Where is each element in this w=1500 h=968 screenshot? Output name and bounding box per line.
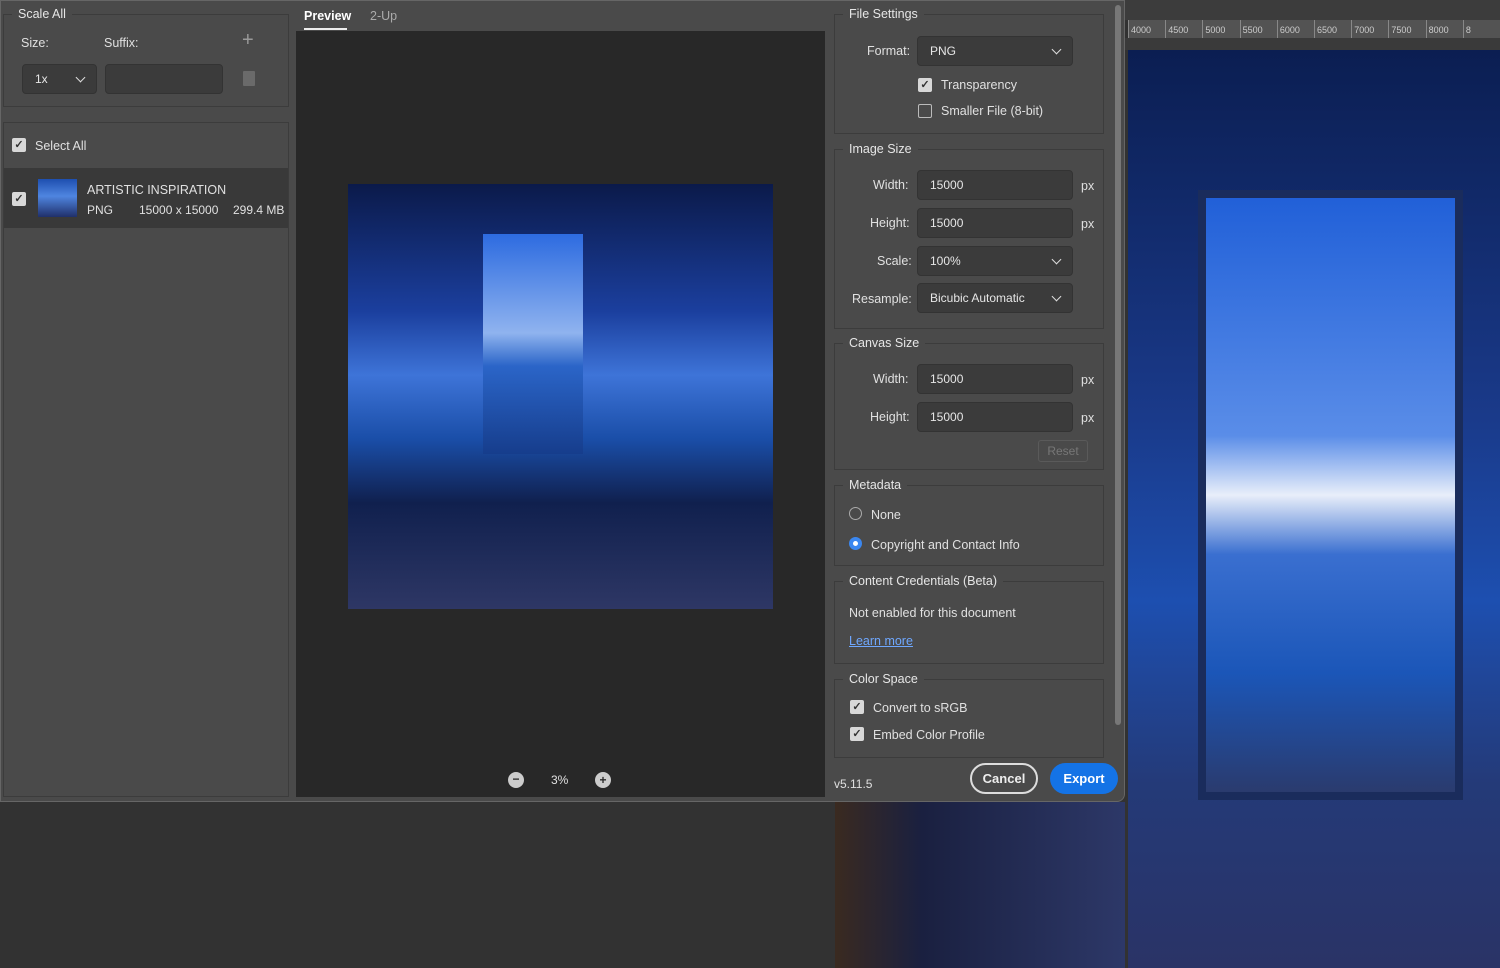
suffix-label: Suffix:	[104, 36, 139, 50]
asset-checkbox[interactable]: ✓	[12, 192, 26, 206]
metadata-title: Metadata	[849, 478, 902, 492]
color-space-group: Color Space	[834, 672, 1104, 758]
select-all-checkbox[interactable]: ✓	[12, 138, 26, 152]
chevron-down-icon	[1051, 44, 1062, 54]
canvas-margin	[1125, 38, 1500, 50]
ruler-tick: 5500	[1239, 20, 1277, 38]
asset-dimensions: 15000 x 15000	[139, 203, 219, 217]
asset-row[interactable]: ✓ ARTISTIC INSPIRATION PNG 15000 x 15000…	[4, 168, 288, 228]
active-tab-indicator	[304, 28, 347, 30]
ruler-tick: 7500	[1388, 20, 1425, 38]
resample-select[interactable]: Bicubic Automatic	[917, 283, 1073, 313]
smaller-file-checkbox[interactable]	[918, 104, 932, 118]
resample-label: Resample:	[852, 292, 912, 306]
export-as-dialog: Scale All Size: Suffix: + 1x ✓ Select Al…	[0, 0, 1125, 802]
canvas-width-input[interactable]: 15000	[917, 364, 1073, 394]
settings-scrollbar[interactable]	[1115, 5, 1121, 725]
asset-format: PNG	[87, 203, 114, 217]
scale-value: 100%	[930, 254, 961, 268]
canvas-width-unit: px	[1081, 373, 1095, 387]
ruler-tick: 6000	[1276, 20, 1314, 38]
resample-value: Bicubic Automatic	[930, 291, 1025, 305]
metadata-copyright-label: Copyright and Contact Info	[871, 538, 1020, 552]
preview-image	[348, 184, 773, 609]
preview-area: − 3% +	[296, 31, 825, 797]
document-canvas-lower	[835, 802, 1125, 968]
chevron-down-icon	[1051, 291, 1062, 301]
suffix-input[interactable]	[105, 64, 223, 94]
image-width-label: Width:	[873, 178, 909, 192]
metadata-group: Metadata	[834, 478, 1104, 566]
content-credentials-title: Content Credentials (Beta)	[849, 574, 997, 588]
ruler-tick: 4500	[1165, 20, 1202, 38]
version-label: v5.11.5	[834, 777, 873, 791]
ruler-tick: 8	[1462, 20, 1500, 38]
canvas-window-art	[1198, 190, 1463, 800]
metadata-none-label: None	[871, 508, 901, 522]
export-button[interactable]: Export	[1050, 763, 1118, 794]
canvas-width-label: Width:	[873, 372, 909, 386]
ruler-tick: 7000	[1351, 20, 1388, 38]
file-settings-title: File Settings	[849, 7, 918, 21]
chevron-down-icon	[75, 72, 86, 82]
canvas-height-input[interactable]: 15000	[917, 402, 1073, 432]
image-size-title: Image Size	[849, 142, 912, 156]
zoom-level: 3%	[551, 773, 569, 787]
reset-button[interactable]: Reset	[1038, 440, 1088, 462]
content-credentials-status: Not enabled for this document	[849, 606, 1016, 620]
canvas-height-unit: px	[1081, 411, 1095, 425]
canvas-height-label: Height:	[870, 410, 910, 424]
tab-2up[interactable]: 2-Up	[370, 9, 397, 23]
smaller-file-label: Smaller File (8-bit)	[941, 104, 1044, 118]
trash-icon[interactable]	[243, 71, 255, 86]
metadata-copyright-radio[interactable]	[849, 537, 862, 550]
asset-name: ARTISTIC INSPIRATION	[87, 183, 227, 197]
ruler-tick: 6500	[1314, 20, 1351, 38]
image-width-input[interactable]: 15000	[917, 170, 1073, 200]
format-select[interactable]: PNG	[917, 36, 1073, 66]
scale-all-title: Scale All	[18, 7, 66, 21]
metadata-none-radio[interactable]	[849, 507, 862, 520]
convert-srgb-label: Convert to sRGB	[873, 701, 968, 715]
preview-window-art	[483, 234, 583, 454]
ruler-tick: 5000	[1202, 20, 1239, 38]
convert-srgb-checkbox[interactable]: ✓	[850, 700, 864, 714]
image-width-unit: px	[1081, 179, 1095, 193]
add-scale-icon[interactable]: +	[242, 29, 254, 52]
document-canvas	[1128, 50, 1500, 968]
ruler-tick: 8000	[1425, 20, 1463, 38]
cancel-button[interactable]: Cancel	[970, 763, 1038, 794]
canvas-size-title: Canvas Size	[849, 336, 920, 350]
size-select[interactable]: 1x	[22, 64, 97, 94]
chevron-down-icon	[1051, 254, 1062, 264]
size-value: 1x	[35, 72, 48, 86]
tab-preview[interactable]: Preview	[304, 9, 351, 23]
embed-profile-checkbox[interactable]: ✓	[850, 727, 864, 741]
scale-label: Scale:	[877, 254, 912, 268]
ruler-tick: 4000	[1128, 20, 1165, 38]
size-label: Size:	[21, 36, 49, 50]
zoom-in-icon[interactable]: +	[595, 772, 611, 788]
color-space-title: Color Space	[849, 672, 918, 686]
format-label: Format:	[867, 44, 911, 58]
select-all-label: Select All	[35, 139, 87, 153]
transparency-checkbox[interactable]: ✓	[918, 78, 932, 92]
asset-size: 299.4 MB	[233, 203, 285, 217]
format-value: PNG	[930, 44, 957, 58]
image-height-label: Height:	[870, 216, 910, 230]
zoom-out-icon[interactable]: −	[508, 772, 524, 788]
asset-thumbnail	[38, 179, 77, 217]
image-height-input[interactable]: 15000	[917, 208, 1073, 238]
image-height-unit: px	[1081, 217, 1095, 231]
scale-select[interactable]: 100%	[917, 246, 1073, 276]
horizontal-ruler: 4000 4500 5000 5500 6000 6500 7000 7500 …	[1128, 20, 1500, 38]
learn-more-link[interactable]: Learn more	[849, 634, 913, 648]
app-toolbar-strip	[1125, 0, 1500, 20]
embed-profile-label: Embed Color Profile	[873, 728, 985, 742]
transparency-label: Transparency	[941, 78, 1017, 92]
